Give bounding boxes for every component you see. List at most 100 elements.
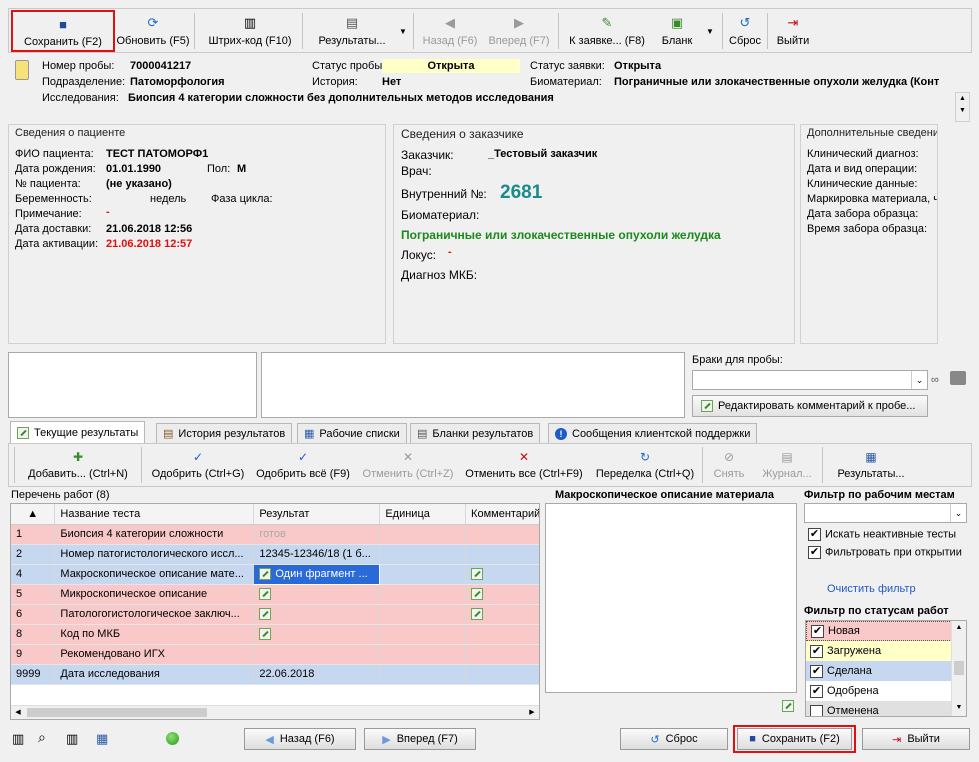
table-row[interactable]: 8 Код по МКБ	[11, 624, 539, 645]
sample-number: 7000041217	[130, 60, 192, 72]
scroll-right-icon[interactable]: ▶	[525, 706, 539, 719]
table-row[interactable]: 9999 Дата исследования 22.06.2018	[11, 664, 539, 685]
status-cancelled-checkbox[interactable]: Отменена	[806, 701, 966, 716]
column-header-result[interactable]: Результат	[253, 504, 381, 525]
scroll-up-icon[interactable]: ▲	[956, 93, 969, 105]
note-label: Примечание:	[15, 208, 82, 220]
workplace-filter-select[interactable]: ⌄	[804, 503, 967, 523]
department: Патоморфология	[130, 76, 225, 88]
cancel-button[interactable]: ✕ Отменить (Ctrl+Z)	[357, 446, 459, 486]
magnifier-icon[interactable]: ⌕	[38, 729, 46, 746]
comment-edit-icon[interactable]	[471, 588, 484, 601]
table-row[interactable]: 1 Биопсия 4 категории сложности готов	[11, 524, 539, 545]
results-button[interactable]: ▤ Результаты...	[309, 11, 395, 51]
result-edit-icon[interactable]	[259, 628, 272, 641]
tab-results-history[interactable]: ▤ История результатов	[156, 423, 293, 443]
sample-tube-icon	[15, 60, 29, 80]
rework-button[interactable]: ↻ Переделка (Ctrl+Q)	[591, 446, 699, 486]
extra-header: Дополнительные сведени	[807, 127, 938, 139]
macro-edit-icon[interactable]	[782, 700, 794, 713]
barcode-small-icon[interactable]: ▥	[12, 731, 24, 747]
patient-num: (не указано)	[106, 178, 172, 190]
filter-on-open-checkbox[interactable]: ✔ Фильтровать при открытии	[808, 546, 962, 559]
results-dropdown-arrow-icon[interactable]: ▼	[399, 27, 407, 36]
edit-comment-button[interactable]: Редактировать комментарий к пробе...	[692, 395, 928, 417]
approve-all-button[interactable]: ✓ Одобрить всё (F9)	[253, 446, 353, 486]
exit-button[interactable]: ⇥ Выйти	[773, 11, 813, 51]
save-button[interactable]: ■ Сохранить (F2)	[11, 10, 115, 52]
status-loaded-checkbox[interactable]: ✔ Загружена	[806, 641, 966, 661]
arrow-left-icon: ◀	[265, 733, 274, 746]
bottom-reset-button[interactable]: ↺ Сброс	[620, 728, 728, 750]
bottom-exit-button[interactable]: ⇥ Выйти	[862, 728, 970, 750]
column-header-comment[interactable]: Комментарий	[465, 504, 539, 525]
remove-button[interactable]: ⊘ Снять	[708, 446, 750, 486]
tab-result-forms[interactable]: ▤ Бланки результатов	[410, 423, 541, 443]
status-done-checkbox[interactable]: ✔ Сделана	[806, 661, 966, 681]
add-button[interactable]: ✚ Добавить... (Ctrl+N)	[22, 446, 134, 486]
table-row[interactable]: 6 Патологогистологическое заключ...	[11, 604, 539, 625]
bottom-save-button[interactable]: ■ Сохранить (F2)	[737, 728, 852, 750]
glasses-icon[interactable]: ∞	[931, 374, 939, 386]
result-edit-icon[interactable]	[259, 588, 272, 601]
tab-support-messages[interactable]: ! Сообщения клиентской поддержки	[548, 423, 758, 443]
forward-button[interactable]: ▶ Вперед (F7)	[485, 11, 553, 51]
table-row[interactable]: 5 Микроскопическое описание	[11, 584, 539, 605]
sample-biomaterial-label: Биоматериал:	[530, 76, 602, 88]
tab-worklists[interactable]: ▦ Рабочие списки	[297, 423, 407, 443]
scroll-down-icon[interactable]: ▼	[956, 105, 969, 117]
macro-description-text[interactable]	[545, 503, 797, 693]
comment-edit-icon[interactable]	[471, 608, 484, 621]
delivery-date: 21.06.2018 12:56	[106, 223, 193, 235]
result-edit-icon[interactable]	[259, 608, 272, 621]
table-row[interactable]: 9 Рекомендовано ИГХ	[11, 644, 539, 665]
rework-icon: ↻	[639, 450, 651, 464]
status-list-scrollbar[interactable]: ▲ ▼	[951, 621, 966, 716]
table-sync-icon[interactable]: ▦	[96, 731, 108, 747]
defects-select[interactable]: ⌄	[692, 370, 928, 390]
approve-button[interactable]: ✓ Одобрить (Ctrl+G)	[148, 446, 248, 486]
scroll-up-icon[interactable]: ▲	[952, 621, 966, 635]
barcode-scan-icon[interactable]: ▥	[66, 731, 78, 747]
status-approved-checkbox[interactable]: ✔ Одобрена	[806, 681, 966, 701]
worklist-hscrollbar[interactable]: ◀ ▶	[11, 705, 539, 719]
form-button[interactable]: ▣ Бланк	[657, 11, 697, 51]
bottom-forward-button[interactable]: ▶ Вперед (F7)	[364, 728, 476, 750]
refresh-button[interactable]: ⟳ Обновить (F5)	[115, 11, 191, 51]
comment-box-left[interactable]	[8, 352, 257, 418]
workplace-dropdown-arrow-icon[interactable]: ⌄	[950, 504, 966, 522]
scroll-left-icon[interactable]: ◀	[11, 706, 25, 719]
sort-arrow-icon[interactable]: ▲	[11, 504, 56, 525]
table-row[interactable]: 2 Номер патогистологического иссл... 123…	[11, 544, 539, 565]
comment-box-right[interactable]	[261, 352, 685, 418]
grid-results-button[interactable]: ▦ Результаты...	[828, 446, 914, 486]
sample-date-label: Дата забора образца:	[807, 208, 919, 220]
bottom-back-button[interactable]: ◀ Назад (F6)	[244, 728, 356, 750]
column-header-test-name[interactable]: Название теста	[54, 504, 255, 525]
cancel-all-button[interactable]: ✕ Отменить все (Ctrl+F9)	[463, 446, 585, 486]
journal-button[interactable]: ▤ Журнал...	[757, 446, 817, 486]
form-dropdown-arrow-icon[interactable]: ▼	[706, 27, 714, 36]
scroll-down-icon[interactable]: ▼	[952, 701, 966, 715]
selected-result-cell[interactable]: Один фрагмент ...	[253, 563, 381, 585]
vscroll-thumb[interactable]	[954, 661, 964, 675]
camera-icon[interactable]	[950, 371, 966, 385]
hscroll-thumb[interactable]	[27, 708, 207, 717]
edit-note-icon	[259, 568, 272, 581]
barcode-button[interactable]: ▥ Штрих-код (F10)	[201, 11, 299, 51]
reset-button[interactable]: ↺ Сброс	[727, 11, 763, 51]
comment-edit-icon[interactable]	[471, 568, 484, 581]
column-header-unit[interactable]: Единица	[379, 504, 467, 525]
inactive-tests-checkbox[interactable]: ✔ Искать неактивные тесты	[808, 528, 956, 541]
table-row[interactable]: 4 Макроскопическое описание мате... Один…	[11, 563, 539, 585]
patient-sex-label: Пол:	[207, 163, 231, 175]
clear-filter-link[interactable]: Очистить фильтр	[827, 583, 916, 595]
to-order-button[interactable]: ✎ К заявке... (F8)	[565, 11, 649, 51]
tab-current-results[interactable]: Текущие результаты	[10, 421, 146, 443]
status-new-checkbox[interactable]: ✔ Новая	[806, 621, 966, 641]
activation-date: 21.06.2018 12:57	[106, 238, 193, 250]
defects-dropdown-arrow-icon[interactable]: ⌄	[911, 371, 927, 389]
back-button[interactable]: ◀ Назад (F6)	[419, 11, 481, 51]
header-scrollbar[interactable]: ▲ ▼	[955, 92, 970, 122]
mkb-diagnosis-label: Диагноз МКБ:	[401, 268, 478, 282]
